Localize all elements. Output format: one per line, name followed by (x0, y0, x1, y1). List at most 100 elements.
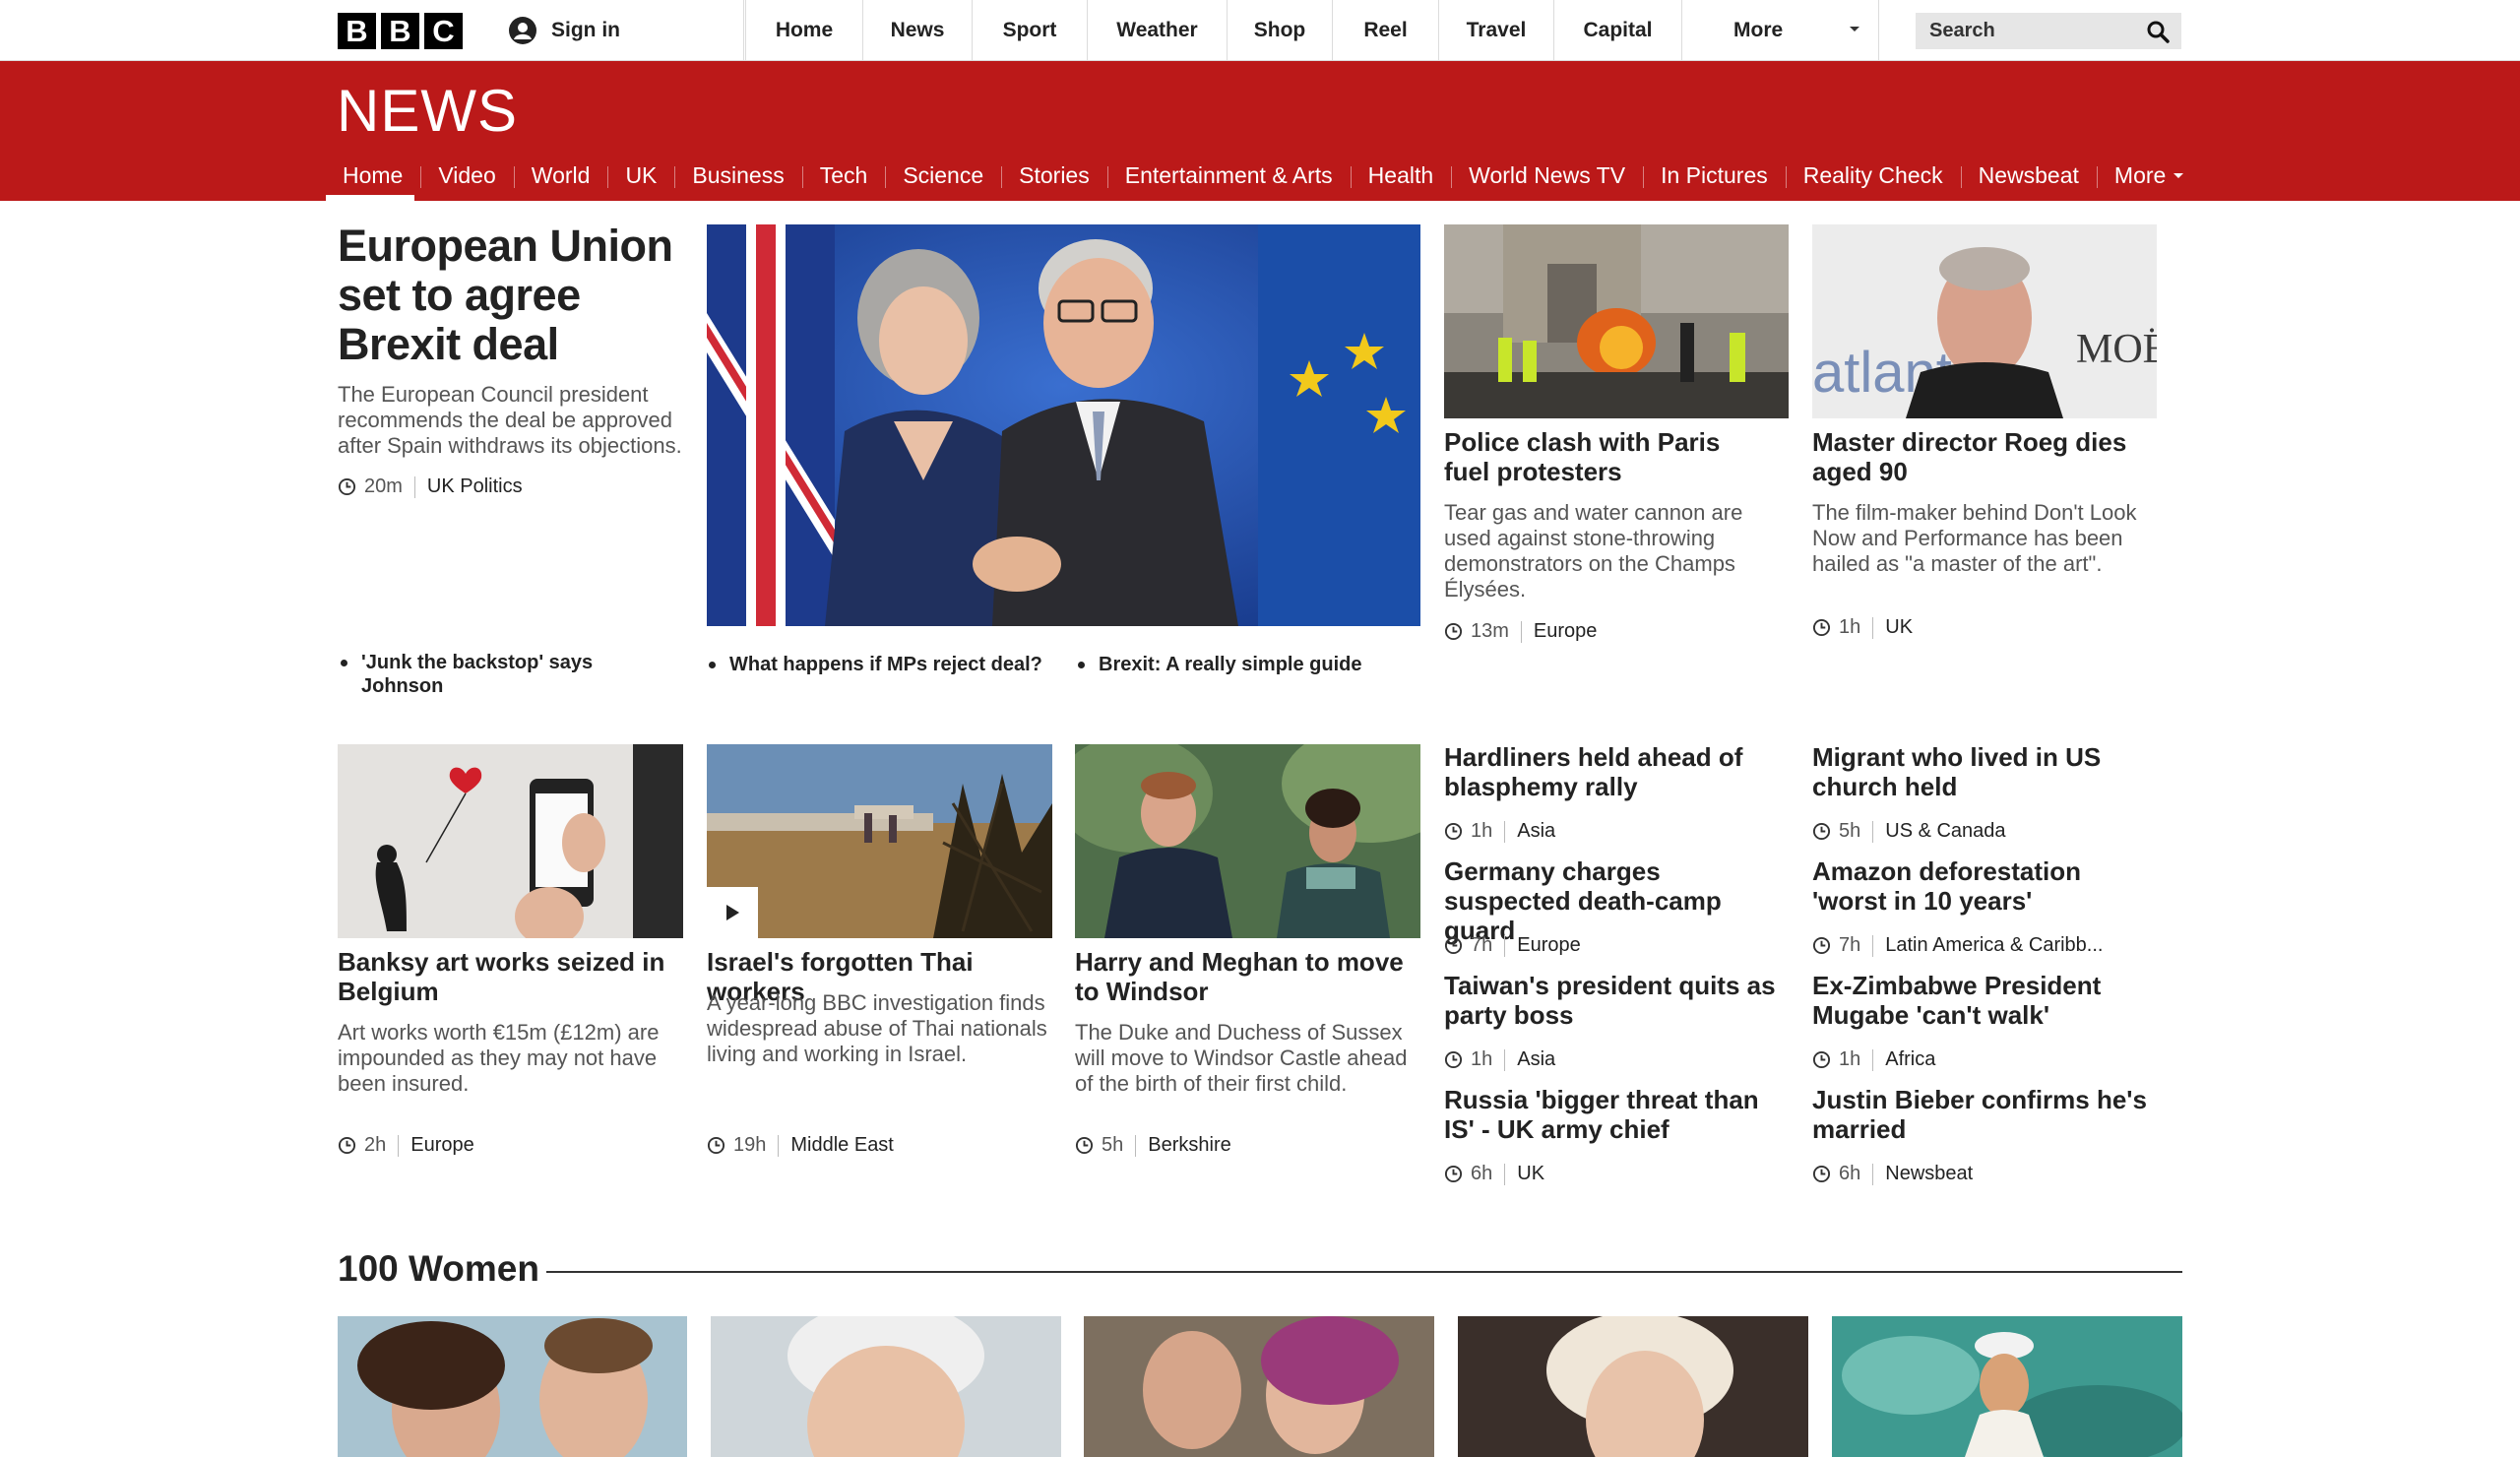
story-meta: 6h Newsbeat (1812, 1163, 1973, 1185)
elderly-woman-photo-illustration (711, 1316, 1061, 1457)
list-story-headline[interactable]: Russia 'bigger threat than IS' - UK army… (1444, 1085, 1794, 1144)
story-meta: 7h Latin America & Caribb... (1812, 934, 2103, 957)
section-stories[interactable]: Stories (1001, 150, 1107, 201)
related-link-text: Brexit: A really simple guide (1099, 654, 1362, 675)
story-tag[interactable]: UK Politics (427, 475, 523, 498)
story-age: 1h (1839, 616, 1861, 638)
meta-divider (1872, 616, 1874, 639)
bbc-logo[interactable]: B B C (338, 13, 463, 49)
user-icon (509, 17, 536, 44)
list-story-headline[interactable]: Justin Bieber confirms he's married (1812, 1085, 2157, 1144)
story-image[interactable] (1444, 224, 1789, 418)
story-tag[interactable]: Africa (1885, 1048, 1935, 1071)
story-summary: Art works worth €15m (£12m) are impounde… (338, 1020, 660, 1096)
list-story-headline[interactable]: Taiwan's president quits as party boss (1444, 971, 1779, 1030)
lead-headline[interactable]: European Union set to agree Brexit deal (338, 222, 697, 369)
story-meta: 6h UK (1444, 1163, 1544, 1185)
section-newsbeat[interactable]: Newsbeat (1960, 150, 2097, 201)
blonde-woman-photo-illustration (1458, 1316, 1808, 1457)
story-meta: 5h US & Canada (1812, 820, 2006, 843)
topnav-capital[interactable]: Capital (1554, 0, 1682, 61)
list-story-headline[interactable]: Migrant who lived in US church held (1812, 742, 2137, 801)
meta-divider (1872, 934, 1874, 957)
logo-letter: B (338, 13, 376, 49)
clock-icon (338, 1136, 356, 1155)
women-card-image[interactable] (338, 1316, 687, 1457)
section-world-news-tv[interactable]: World News TV (1451, 150, 1643, 201)
story-tag[interactable]: Europe (1534, 620, 1598, 643)
meta-divider (1520, 620, 1522, 643)
story-tag[interactable]: US & Canada (1885, 820, 2005, 843)
section-world[interactable]: World (513, 150, 608, 201)
section-tech[interactable]: Tech (801, 150, 886, 201)
story-headline[interactable]: Police clash with Paris fuel protesters (1444, 427, 1769, 486)
section-in-pictures[interactable]: In Pictures (1643, 150, 1786, 201)
story-headline[interactable]: Harry and Meghan to move to Windsor (1075, 947, 1419, 1006)
section-entertainment-arts[interactable]: Entertainment & Arts (1106, 150, 1351, 201)
list-story-headline[interactable]: Amazon deforestation 'worst in 10 years' (1812, 856, 2157, 916)
story-tag[interactable]: UK (1885, 616, 1913, 639)
story-summary: Tear gas and water cannon are used again… (1444, 500, 1743, 602)
section-home[interactable]: Home (325, 150, 420, 201)
story-age: 5h (1102, 1134, 1124, 1156)
story-headline[interactable]: Banksy art works seized in Belgium (338, 947, 672, 1006)
section-divider (546, 1271, 2182, 1273)
search-icon[interactable] (2146, 20, 2170, 43)
story-image[interactable] (707, 744, 1052, 938)
topnav-more[interactable]: More (1682, 0, 1879, 61)
section-business[interactable]: Business (674, 150, 801, 201)
story-image[interactable]: atlant MOË (1812, 224, 2157, 418)
meta-divider (1504, 1163, 1506, 1185)
list-story-headline[interactable]: Hardliners held ahead of blasphemy rally (1444, 742, 1779, 801)
story-tag[interactable]: Newsbeat (1885, 1163, 1973, 1185)
topnav-home[interactable]: Home (745, 0, 863, 61)
related-link[interactable]: 'Junk the backstop' says Johnson (341, 651, 636, 698)
list-story-headline[interactable]: Germany charges suspected death-camp gua… (1444, 856, 1784, 945)
section-heading-100-women[interactable]: 100 Women (338, 1248, 539, 1290)
chevron-down-icon (2174, 173, 2184, 178)
story-image[interactable] (1075, 744, 1420, 938)
sign-in-link[interactable]: Sign in (508, 0, 744, 61)
story-image[interactable] (338, 744, 683, 938)
section-health[interactable]: Health (1350, 150, 1451, 201)
story-tag[interactable]: Europe (410, 1134, 474, 1157)
section-video[interactable]: Video (420, 150, 513, 201)
story-tag[interactable]: Asia (1517, 820, 1555, 843)
story-tag[interactable]: Berkshire (1148, 1134, 1230, 1157)
topnav-shop[interactable]: Shop (1228, 0, 1333, 61)
topnav-news[interactable]: News (863, 0, 973, 61)
play-video-button[interactable] (707, 887, 758, 938)
play-icon (726, 905, 739, 920)
clock-icon (1812, 1050, 1831, 1069)
search-input[interactable]: Search (1916, 13, 2181, 49)
story-summary: The film-maker behind Don't Look Now and… (1812, 500, 2137, 576)
story-tag[interactable]: Asia (1517, 1048, 1555, 1071)
search-placeholder: Search (1929, 20, 1995, 41)
story-tag[interactable]: Middle East (790, 1134, 894, 1157)
section-uk[interactable]: UK (607, 150, 674, 201)
women-card-image[interactable] (1832, 1316, 2182, 1457)
clock-icon (1444, 1165, 1463, 1183)
topnav-sport[interactable]: Sport (973, 0, 1088, 61)
bbc-masthead: B B C Sign in Home News Sport Weather Sh… (0, 0, 2520, 61)
women-card-image[interactable] (1458, 1316, 1808, 1457)
news-wordmark[interactable]: NEWS (337, 77, 518, 145)
topnav-travel[interactable]: Travel (1439, 0, 1554, 61)
list-story-headline[interactable]: Ex-Zimbabwe President Mugabe 'can't walk… (1812, 971, 2137, 1030)
story-tag[interactable]: UK (1517, 1163, 1544, 1185)
section-more[interactable]: More (2096, 150, 2203, 201)
women-card-image[interactable] (1084, 1316, 1434, 1457)
story-age: 1h (1471, 1048, 1493, 1070)
section-science[interactable]: Science (885, 150, 1001, 201)
story-headline[interactable]: Master director Roeg dies aged 90 (1812, 427, 2137, 486)
story-tag[interactable]: Europe (1517, 934, 1581, 957)
topnav-reel[interactable]: Reel (1333, 0, 1439, 61)
section-reality-check[interactable]: Reality Check (1785, 150, 1961, 201)
topnav-weather[interactable]: Weather (1088, 0, 1228, 61)
women-card-image[interactable] (711, 1316, 1061, 1457)
related-link[interactable]: What happens if MPs reject deal? (709, 653, 1083, 676)
israel-photo-illustration (707, 744, 1052, 938)
story-tag[interactable]: Latin America & Caribb... (1885, 934, 2103, 957)
related-link[interactable]: Brexit: A really simple guide (1078, 653, 1452, 676)
lead-image[interactable] (707, 224, 1420, 626)
